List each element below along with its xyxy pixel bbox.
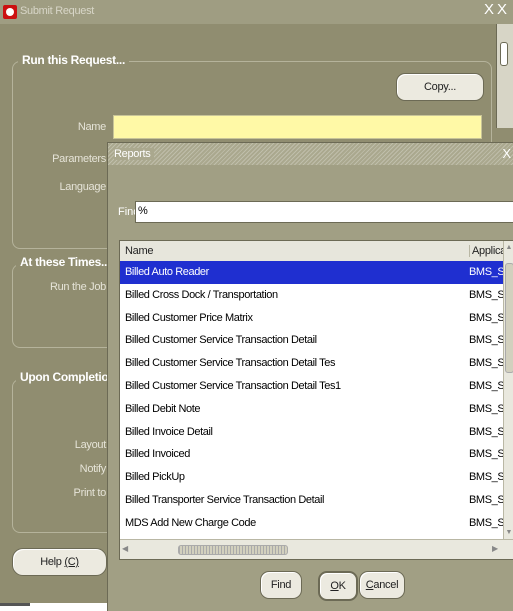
scroll-left-arrow-icon[interactable]: ◀ [122,544,128,553]
window-titlebar[interactable]: Submit Request XX [0,0,513,24]
report-name: Billed Invoiced [125,448,190,461]
lov-close-button[interactable]: X [502,146,511,161]
list-item[interactable]: Billed Customer Service Transaction Deta… [120,329,503,352]
list-header: Name Application [120,241,513,262]
find-button[interactable]: Find [260,571,302,599]
list-item[interactable]: Billed Auto Reader BMS_SYS [120,261,503,284]
ok-button[interactable]: OK [318,571,358,601]
report-application: BMS_SYS [469,471,503,484]
oracle-logo-icon [3,5,17,19]
scroll-right-arrow-icon[interactable]: ▶ [492,544,498,553]
report-application: BMS_SYS [469,425,503,438]
report-name: Billed PickUp [125,471,185,484]
copy-button[interactable]: Copy... [396,73,484,101]
parameters-label: Parameters [52,153,106,165]
run-job-label: Run the Job [49,281,106,293]
list-item[interactable]: Billed Debit Note BMS_SYS [120,398,503,421]
list-item[interactable]: Billed PickUp BMS_SYS [120,466,503,489]
report-application: BMS_SYS [469,266,503,278]
reports-list: Name Application Billed Auto Reader BMS_S… [119,240,513,560]
list-item[interactable]: MDS Add New Charge Code BMS_SYS [120,512,503,535]
list-item[interactable]: Billed Customer Service Transaction Deta… [120,375,503,398]
notify-label: Notify [79,463,107,475]
list-horizontal-scrollbar[interactable]: ◀ ▶ [120,539,513,559]
print-to-label: Print to [73,487,107,499]
reports-lov-dialog: Reports X Find % Name Application Billed… [107,142,513,611]
list-item[interactable]: Billed Cross Dock / Transportation BMS_SY… [120,284,503,307]
scroll-up-arrow-icon[interactable]: ▲ [505,244,513,251]
column-header-name[interactable]: Name [125,245,153,257]
help-button[interactable]: Help (C) [12,548,107,576]
report-name: MDS Add New Charge Code [125,516,256,529]
scroll-down-arrow-icon[interactable]: ▼ [505,529,513,536]
list-item[interactable]: Billed Invoice Detail BMS_SYS [120,421,503,444]
window-title: Submit Request [20,5,95,17]
report-name: Billed Debit Note [125,402,201,415]
report-application: BMS_SYS [469,379,503,392]
name-field[interactable] [113,115,482,139]
window-close-button[interactable]: XX [484,1,510,19]
report-application: BMS_SYS [469,516,503,529]
lov-title: Reports [114,148,155,160]
lov-titlebar[interactable]: Reports X [108,143,513,165]
layout-label: Layout [74,439,107,451]
at-times-group-label: At these Times... [16,255,115,269]
column-header-application[interactable]: Application [469,245,506,257]
report-application: BMS_SYS [469,311,503,324]
list-vertical-scrollbar[interactable]: ▲ ▼ [503,241,513,539]
report-name: Billed Customer Price Matrix [125,311,253,324]
list-item[interactable]: Billed Transporter Service Transaction D… [120,489,503,512]
list-item[interactable]: Billed Invoiced BMS_SYS [120,443,503,466]
report-application: BMS_SYS [469,493,503,506]
name-label: Name [77,121,106,133]
report-application: BMS_SYS [469,334,503,347]
report-name: Billed Cross Dock / Transportation [125,288,278,301]
report-name: Billed Auto Reader [125,266,209,278]
report-application: BMS_SYS [469,448,503,461]
background-scrollbar[interactable] [496,24,513,128]
report-application: BMS_SYS [469,402,503,415]
list-item[interactable]: Billed Customer Price Matrix BMS_SYS [120,307,503,330]
list-rows: Billed Auto ReaderBMS_SYSBilled Cross Do… [120,261,503,535]
report-name: Billed Customer Service Transaction Deta… [125,334,317,347]
report-name: Billed Customer Service Transaction Deta… [125,357,336,370]
language-label: Language [59,181,106,193]
report-name: Billed Invoice Detail [125,425,213,438]
report-name: Billed Customer Service Transaction Deta… [125,379,341,392]
report-name: Billed Transporter Service Transaction D… [125,493,325,506]
scroll-thumb[interactable] [500,42,508,66]
taskbar-edge [0,603,30,606]
horizontal-scroll-thumb[interactable] [178,545,288,555]
find-input[interactable]: % [135,201,513,223]
cancel-button[interactable]: Cancel [359,571,405,599]
report-application: BMS_SYS [469,357,503,370]
vertical-scroll-thumb[interactable] [505,263,513,373]
run-request-group-label: Run this Request... [18,53,129,67]
list-item[interactable]: Billed Customer Service Transaction Deta… [120,352,503,375]
report-application: BMS_SYS [469,288,503,301]
